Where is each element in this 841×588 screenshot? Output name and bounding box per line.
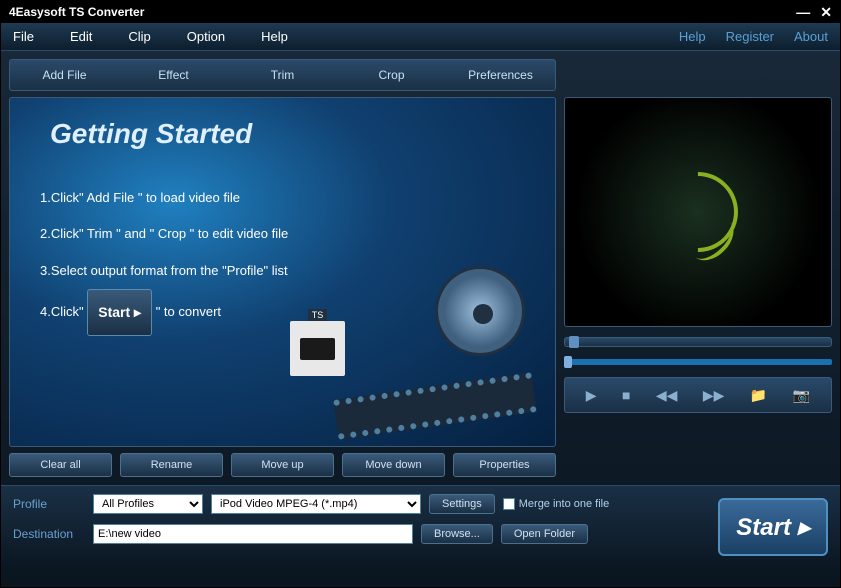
destination-row: Destination Browse... Open Folder xyxy=(13,524,706,544)
titlebar: 4Easysoft TS Converter — ✕ xyxy=(1,1,840,23)
getting-started-panel: Getting Started 1.Click" Add File " to l… xyxy=(9,97,556,447)
merge-checkbox-wrap[interactable]: Merge into one file xyxy=(503,498,610,510)
step-1: 1.Click" Add File " to load video file xyxy=(40,180,535,216)
rename-button[interactable]: Rename xyxy=(120,453,223,477)
video-preview xyxy=(564,97,832,327)
form-section: Profile All Profiles iPod Video MPEG-4 (… xyxy=(13,494,706,565)
seek-slider[interactable] xyxy=(564,359,832,365)
profile-format-combo[interactable]: iPod Video MPEG-4 (*.mp4) xyxy=(211,494,421,514)
menu-file[interactable]: File xyxy=(13,29,34,44)
menubar: File Edit Clip Option Help Help Register… xyxy=(1,23,840,51)
ts-file-icon: TS xyxy=(290,321,345,376)
progress-handle[interactable] xyxy=(569,336,579,348)
menu-right: Help Register About xyxy=(679,29,828,44)
next-button[interactable]: ▶▶ xyxy=(703,387,725,404)
merge-checkbox[interactable] xyxy=(503,498,515,510)
toolbar: Add File Effect Trim Crop Preferences xyxy=(9,59,556,91)
open-folder-button[interactable]: Open Folder xyxy=(501,524,588,544)
app-window: 4Easysoft TS Converter — ✕ File Edit Cli… xyxy=(0,0,841,588)
menu-help[interactable]: Help xyxy=(261,29,288,44)
settings-button[interactable]: Settings xyxy=(429,494,495,514)
seek-handle[interactable] xyxy=(564,356,572,368)
film-reel-icon xyxy=(395,266,535,406)
menu-left: File Edit Clip Option Help xyxy=(13,29,288,44)
logo-icon xyxy=(641,155,754,268)
properties-button[interactable]: Properties xyxy=(453,453,556,477)
toolbar-preferences[interactable]: Preferences xyxy=(446,68,555,82)
toolbar-trim[interactable]: Trim xyxy=(228,68,337,82)
main-area: Add File Effect Trim Crop Preferences Ge… xyxy=(1,51,840,485)
destination-input[interactable] xyxy=(93,524,413,544)
menu-option[interactable]: Option xyxy=(187,29,225,44)
window-controls: — ✕ xyxy=(796,4,832,21)
progress-bar[interactable] xyxy=(564,337,832,347)
move-up-button[interactable]: Move up xyxy=(231,453,334,477)
prev-button[interactable]: ◀◀ xyxy=(656,387,678,404)
merge-label: Merge into one file xyxy=(519,498,610,510)
player-controls: ▶ ■ ◀◀ ▶▶ 📁 📷 xyxy=(564,377,832,413)
stop-button[interactable]: ■ xyxy=(622,387,630,403)
getting-started-heading: Getting Started xyxy=(50,118,535,150)
toolbar-add-file[interactable]: Add File xyxy=(10,68,119,82)
start-inline-icon: Start ▸ xyxy=(87,289,152,336)
snapshot-button[interactable]: 📷 xyxy=(793,387,810,404)
play-button[interactable]: ▶ xyxy=(586,387,597,404)
menu-clip[interactable]: Clip xyxy=(128,29,150,44)
link-about[interactable]: About xyxy=(794,29,828,44)
close-button[interactable]: ✕ xyxy=(820,4,832,21)
start-button[interactable]: Start ▸ xyxy=(718,498,828,556)
browse-button[interactable]: Browse... xyxy=(421,524,493,544)
step-2: 2.Click" Trim " and " Crop " to edit vid… xyxy=(40,216,535,252)
toolbar-effect[interactable]: Effect xyxy=(119,68,228,82)
menu-edit[interactable]: Edit xyxy=(70,29,92,44)
minimize-button[interactable]: — xyxy=(796,4,810,21)
action-buttons: Clear all Rename Move up Move down Prope… xyxy=(9,453,556,477)
link-register[interactable]: Register xyxy=(726,29,774,44)
destination-label: Destination xyxy=(13,527,85,541)
link-help[interactable]: Help xyxy=(679,29,706,44)
app-title: 4Easysoft TS Converter xyxy=(9,5,144,19)
camera-icon xyxy=(300,338,335,360)
toolbar-crop[interactable]: Crop xyxy=(337,68,446,82)
profile-label: Profile xyxy=(13,497,85,511)
open-button[interactable]: 📁 xyxy=(750,387,767,404)
left-panel: Add File Effect Trim Crop Preferences Ge… xyxy=(9,59,556,477)
profile-filter-combo[interactable]: All Profiles xyxy=(93,494,203,514)
profile-row: Profile All Profiles iPod Video MPEG-4 (… xyxy=(13,494,706,514)
right-panel: ▶ ■ ◀◀ ▶▶ 📁 📷 xyxy=(564,59,832,477)
clear-all-button[interactable]: Clear all xyxy=(9,453,112,477)
bottom-panel: Profile All Profiles iPod Video MPEG-4 (… xyxy=(1,485,840,573)
move-down-button[interactable]: Move down xyxy=(342,453,445,477)
